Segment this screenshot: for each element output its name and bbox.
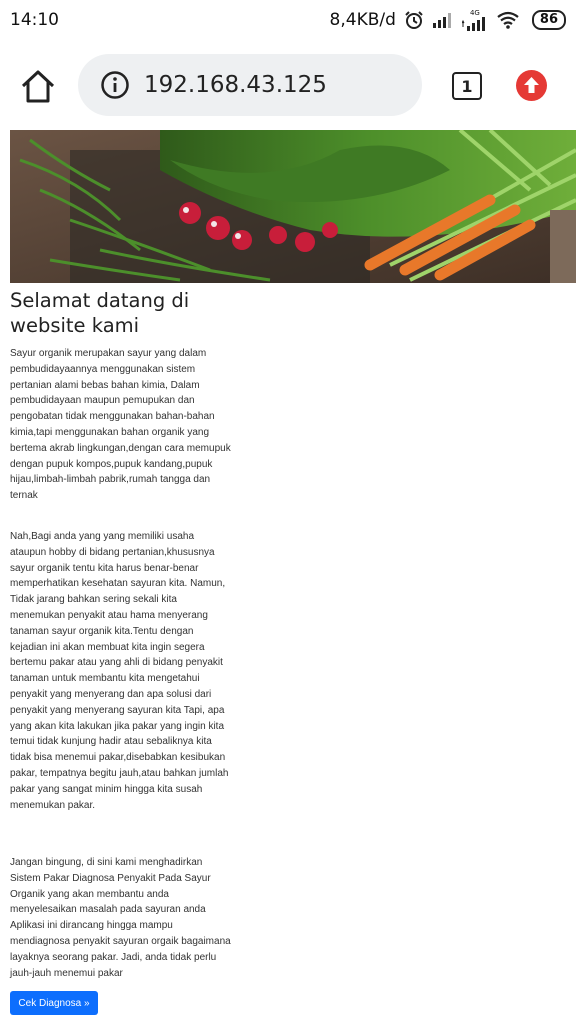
hero-vegetables-image	[10, 130, 576, 283]
update-arrow-icon	[524, 77, 539, 93]
signal-4g-group: 4G	[461, 9, 488, 31]
url-text[interactable]: 192.168.43.125	[144, 72, 327, 98]
problem-paragraph: Nah,Bagi anda yang yang memiliki usaha a…	[10, 531, 229, 811]
welcome-section: Selamat datang di website kami	[10, 288, 230, 338]
intro-paragraph: Sayur organik merupakan sayur yang dalam…	[10, 348, 231, 502]
home-icon[interactable]	[20, 68, 56, 104]
network-speed: 8,4KB/d	[329, 10, 396, 30]
tabs-icon[interactable]: 1	[452, 72, 482, 100]
address-bar[interactable]: 192.168.43.125	[78, 54, 422, 116]
solution-paragraph: Jangan bingung, di sini kami menghadirka…	[10, 857, 231, 979]
status-bar: 14:10 8,4KB/d 4G 86	[0, 0, 576, 40]
signal-4g-icon	[461, 17, 485, 31]
browser-toolbar: 192.168.43.125 1	[0, 40, 576, 130]
cek-diagnosa-button[interactable]: Cek Diagnosa »	[10, 991, 98, 1015]
page-title: Selamat datang di website kami	[10, 289, 190, 337]
info-icon[interactable]	[100, 70, 130, 100]
signal-icon	[432, 13, 451, 28]
status-indicators: 8,4KB/d 4G 86	[330, 9, 566, 31]
status-time: 14:10	[10, 10, 59, 30]
network-type-label: 4G	[469, 9, 480, 17]
update-button[interactable]	[516, 70, 547, 101]
battery-icon: 86	[531, 10, 566, 30]
wifi-icon	[497, 11, 519, 29]
alarm-icon	[405, 11, 423, 29]
